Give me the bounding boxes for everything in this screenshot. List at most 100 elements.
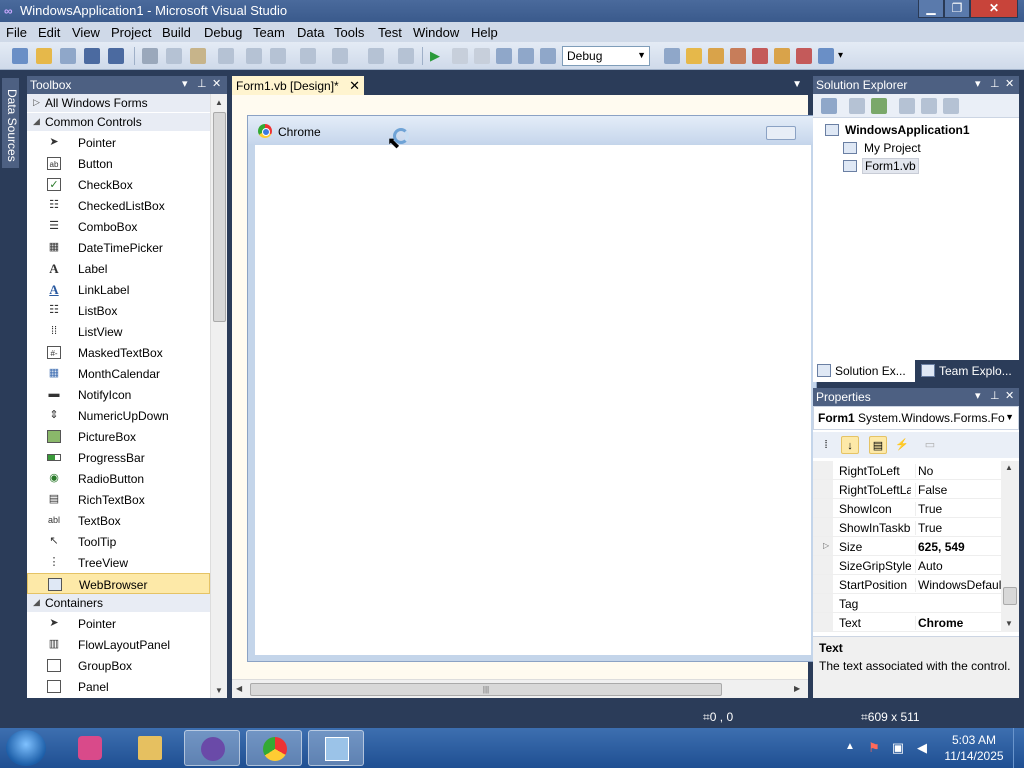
stop-icon[interactable] [474,48,490,64]
category-all-windows-forms[interactable]: ▷ All Windows Forms [27,94,210,113]
toolbox-scrollbar[interactable]: ▲ ▼ [210,94,227,698]
show-all-files-icon[interactable] [849,98,865,114]
start-button[interactable] [6,730,46,766]
toolbox-item-notifyicon[interactable]: ▬ NotifyIcon [27,384,210,405]
copy-icon[interactable] [166,48,182,64]
command-window-icon[interactable] [818,48,834,64]
tab-solution-explorer[interactable]: Solution Ex... [813,360,915,382]
toolbox-item-progressbar[interactable]: ProgressBar [27,447,210,468]
toolbox-item-label[interactable]: A Label [27,258,210,279]
menu-edit[interactable]: Edit [38,25,60,40]
property-value[interactable]: True [915,502,1001,516]
property-value[interactable]: No [915,464,1001,478]
tab-form1-design[interactable]: Form1.vb [Design]* ✕ [232,76,364,95]
save-icon[interactable] [84,48,100,64]
properties-view-icon[interactable]: ▤ [869,436,887,454]
form-designer-window[interactable]: Chrome [247,115,817,662]
data-sources-tab[interactable]: Data Sources [2,78,19,168]
save-all-icon[interactable] [108,48,124,64]
menu-file[interactable]: File [6,25,27,40]
alphabetical-icon[interactable]: ↓ [841,436,859,454]
clock[interactable]: 5:03 AM 11/14/2025 [942,732,1006,764]
toolbox-item-radiobutton[interactable]: ◉ RadioButton [27,468,210,489]
close-icon[interactable]: ✕ [212,77,221,90]
toolbox-item-pointer[interactable]: ➤ Pointer [27,613,210,634]
properties-window-icon[interactable] [708,48,724,64]
scroll-left-icon[interactable]: ◀ [236,684,242,693]
pin-icon[interactable]: ⊥ [197,77,207,90]
property-row[interactable]: ShowIcon True [813,499,1001,518]
toolbox-item-treeview[interactable]: ⋮ TreeView [27,552,210,573]
toolbox-item-maskedtextbox[interactable]: #- MaskedTextBox [27,342,210,363]
category-containers[interactable]: ◢ Containers [27,594,210,613]
designer-horizontal-scrollbar[interactable]: ◀ ||| ▶ [232,679,808,698]
property-row[interactable]: ▷ Size 625, 549 [813,537,1001,556]
extension-manager-icon[interactable] [796,48,812,64]
chevron-down-icon[interactable]: ▼ [792,79,802,90]
step-into-icon[interactable] [496,48,512,64]
toolbox-item-numericupdown[interactable]: ⇕ NumericUpDown [27,405,210,426]
class-diagram-icon[interactable] [943,98,959,114]
taskbar-form-app[interactable] [308,730,364,766]
view-designer-icon[interactable] [921,98,937,114]
scroll-right-icon[interactable]: ▶ [794,684,800,693]
show-desktop-button[interactable] [1013,728,1024,768]
tab-team-explorer[interactable]: Team Explo... [917,360,1019,382]
menu-view[interactable]: View [72,25,100,40]
paste-icon[interactable] [190,48,206,64]
redo-icon[interactable] [332,48,348,64]
property-row[interactable]: Text Chrome [813,613,1001,632]
scroll-up-icon[interactable]: ▲ [1005,463,1013,472]
tree-item-my-project[interactable]: My Project [864,141,921,155]
toolbox-item-picturebox[interactable]: PictureBox [27,426,210,447]
pause-icon[interactable] [452,48,468,64]
taskbar-chrome-app[interactable] [246,730,302,766]
start-page-icon[interactable] [774,48,790,64]
close-tab-icon[interactable]: ✕ [349,78,360,94]
property-row[interactable]: Tag [813,594,1001,613]
find-icon[interactable] [218,48,234,64]
toolbox-item-richtextbox[interactable]: ▤ RichTextBox [27,489,210,510]
new-project-icon[interactable] [12,48,28,64]
scroll-down-icon[interactable]: ▼ [215,686,223,695]
property-pages-icon[interactable]: ▭ [921,436,939,454]
form-client-area[interactable] [255,145,811,655]
toolbox-item-monthcalendar[interactable]: ▦ MonthCalendar [27,363,210,384]
view-code-icon[interactable] [899,98,915,114]
toolbox-item-button[interactable]: ab Button [27,153,210,174]
step-out-icon[interactable] [540,48,556,64]
toolbox-item-listbox[interactable]: ☷ ListBox [27,300,210,321]
toolbox-item-panel[interactable]: Panel [27,676,210,697]
toolbox-item-checkbox[interactable]: ✓ CheckBox [27,174,210,195]
toolbox-item-listview[interactable]: ⁞⁞ ListView [27,321,210,342]
menu-tools[interactable]: Tools [334,25,364,40]
restore-button[interactable]: ❐ [944,0,970,18]
navigate-forward-icon[interactable] [398,48,414,64]
toolbox-item-combobox[interactable]: ☰ ComboBox [27,216,210,237]
toolbox-item-textbox[interactable]: abl TextBox [27,510,210,531]
scrollbar-thumb[interactable] [1003,587,1017,605]
property-row[interactable]: RightToLeftLa False [813,480,1001,499]
toolbox-item-webbrowser[interactable]: WebBrowser [27,573,210,594]
close-button[interactable]: ✕ [970,0,1018,18]
window-position-icon[interactable]: ▾ [182,77,188,90]
events-icon[interactable]: ⚡ [893,436,911,454]
pin-icon[interactable]: ⊥ [990,77,1000,90]
tree-item-form1[interactable]: Form1.vb [862,158,919,174]
toolbox-item-checkedlistbox[interactable]: ☷ CheckedListBox [27,195,210,216]
solution-configuration-dropdown[interactable]: Debug ▼ [562,46,650,66]
property-row[interactable]: SizeGripStyle Auto [813,556,1001,575]
pin-icon[interactable]: ⊥ [990,389,1000,402]
window-position-icon[interactable]: ▾ [975,77,981,90]
toolbox-item-flowlayoutpanel[interactable]: ▥ FlowLayoutPanel [27,634,210,655]
menu-window[interactable]: Window [413,25,459,40]
property-row[interactable]: RightToLeft No [813,461,1001,480]
scrollbar-thumb[interactable] [213,112,226,322]
categorized-icon[interactable]: ⁞ [817,436,835,454]
solution-node[interactable]: WindowsApplication1 [845,123,970,137]
menu-test[interactable]: Test [378,25,402,40]
taskbar-explorer[interactable] [122,730,178,766]
property-value[interactable]: False [915,483,1001,497]
menu-help[interactable]: Help [471,25,498,40]
property-value[interactable]: Auto [915,559,1001,573]
